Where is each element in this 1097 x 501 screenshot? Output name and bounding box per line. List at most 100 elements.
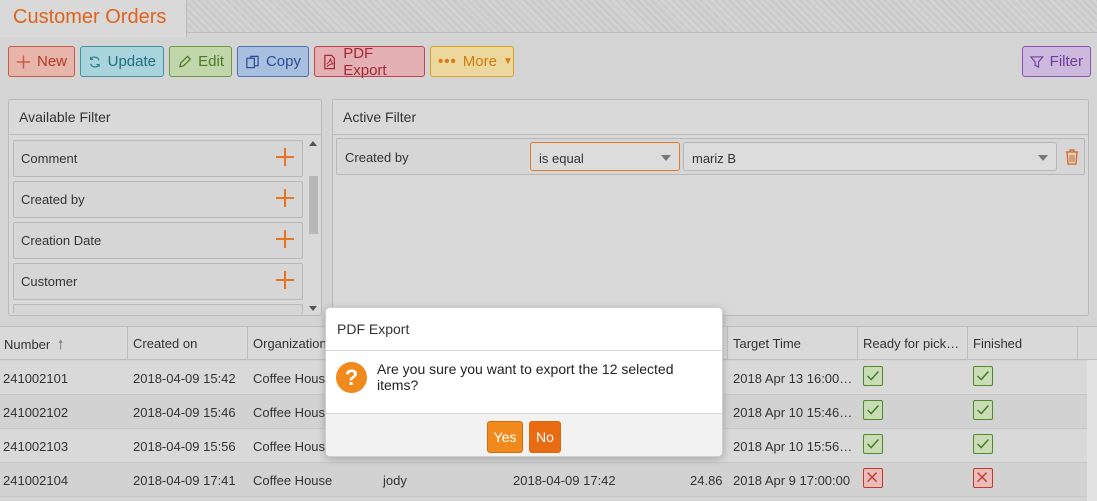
add-icon[interactable] bbox=[276, 148, 294, 166]
pdf-icon bbox=[324, 54, 335, 69]
copy-button-label: Copy bbox=[265, 53, 301, 70]
copy-icon bbox=[246, 55, 259, 68]
filter-icon bbox=[1030, 55, 1044, 68]
pencil-icon bbox=[178, 54, 192, 68]
caret-down-icon: ▼ bbox=[502, 56, 513, 67]
add-icon[interactable] bbox=[276, 271, 294, 289]
dialog-footer: Yes No bbox=[326, 413, 722, 456]
cell-number: 241002104 bbox=[3, 473, 69, 488]
cell-target-time: 2018 Apr 13 16:00… bbox=[733, 371, 853, 386]
chevron-down-icon bbox=[661, 155, 671, 161]
toolbar: New Update Edit Copy PDF Export ••• More… bbox=[0, 44, 1097, 80]
column-header-finished[interactable]: Finished bbox=[968, 327, 1078, 360]
no-button[interactable]: No bbox=[529, 421, 561, 453]
cell-created-on: 2018-04-09 15:42 bbox=[133, 371, 236, 386]
new-button[interactable]: New bbox=[8, 46, 75, 77]
update-button-label: Update bbox=[107, 53, 156, 70]
filter-item-label: Comment bbox=[21, 151, 78, 166]
cell-target-time: 2018 Apr 10 15:56… bbox=[733, 439, 853, 454]
add-icon[interactable] bbox=[276, 230, 294, 248]
cross-icon bbox=[973, 468, 993, 488]
cell-user: jody bbox=[383, 473, 407, 488]
cell-organization: Coffee House bbox=[253, 371, 333, 386]
column-header-created-on[interactable]: Created on bbox=[128, 327, 248, 360]
chevron-down-icon bbox=[1038, 155, 1048, 161]
cell-target-time: 2018 Apr 10 15:46… bbox=[733, 405, 853, 420]
cell-number: 241002102 bbox=[3, 405, 69, 420]
cross-icon bbox=[863, 468, 883, 488]
check-icon bbox=[973, 434, 993, 454]
filter-item-partial bbox=[13, 304, 303, 314]
filter-item-created-by[interactable]: Created by bbox=[13, 181, 303, 218]
column-header-label: Number bbox=[4, 337, 51, 352]
active-filter-field: Created by bbox=[345, 150, 409, 165]
add-icon[interactable] bbox=[276, 189, 294, 207]
column-header-target-time[interactable]: Target Time bbox=[728, 327, 858, 360]
column-header-label: Created on bbox=[133, 336, 198, 351]
plus-icon bbox=[16, 54, 31, 69]
tab-customer-orders[interactable]: Customer Orders bbox=[0, 0, 187, 37]
scroll-up-icon[interactable] bbox=[309, 141, 317, 146]
filter-item-comment[interactable]: Comment bbox=[13, 140, 303, 177]
edit-button[interactable]: Edit bbox=[169, 46, 232, 77]
filter-item-label: Created by bbox=[21, 192, 85, 207]
filter-item-customer[interactable]: Customer bbox=[13, 263, 303, 300]
edit-button-label: Edit bbox=[198, 53, 224, 70]
active-filter-panel: Active Filter Created by is equal mariz … bbox=[332, 99, 1089, 316]
cell-target-time: 2018 Apr 9 17:00:00 bbox=[733, 473, 851, 488]
tab-bar: Customer Orders bbox=[0, 0, 1097, 37]
operator-value: is equal bbox=[539, 151, 584, 166]
check-icon bbox=[973, 366, 993, 386]
scroll-thumb[interactable] bbox=[309, 176, 318, 234]
divider bbox=[333, 134, 1088, 135]
dialog-title: PDF Export bbox=[337, 321, 410, 337]
available-filter-panel: Available Filter Comment Created by Crea… bbox=[8, 99, 322, 316]
filter-list-scrollbar[interactable] bbox=[308, 138, 319, 314]
table-scrollbar[interactable] bbox=[1087, 360, 1097, 501]
cell-number: 241002103 bbox=[3, 439, 69, 454]
cell-organization: Coffee House bbox=[253, 473, 333, 488]
tab-title: Customer Orders bbox=[13, 6, 167, 28]
cell-created-on: 2018-04-09 15:46 bbox=[133, 405, 236, 420]
cell-date: 2018-04-09 17:42 bbox=[513, 473, 616, 488]
cell-organization: Coffee House bbox=[253, 439, 333, 454]
new-button-label: New bbox=[36, 53, 67, 70]
sort-up-icon[interactable]: 🠕 bbox=[58, 337, 64, 352]
check-icon bbox=[863, 434, 883, 454]
cell-amount: 24.86 bbox=[690, 473, 723, 488]
yes-button[interactable]: Yes bbox=[487, 421, 523, 453]
check-icon bbox=[863, 400, 883, 420]
copy-button[interactable]: Copy bbox=[237, 46, 309, 77]
cell-created-on: 2018-04-09 17:41 bbox=[133, 473, 236, 488]
column-header-label: Organization bbox=[253, 336, 327, 351]
active-filter-row: Created by is equal mariz B bbox=[336, 138, 1085, 175]
update-button[interactable]: Update bbox=[80, 46, 164, 77]
operator-select[interactable]: is equal bbox=[530, 142, 680, 171]
pdf-export-button-label: PDF Export bbox=[343, 44, 387, 79]
available-filter-title: Available Filter bbox=[19, 109, 111, 125]
more-button[interactable]: ••• More ▼ bbox=[430, 46, 514, 77]
cell-organization: Coffee House bbox=[253, 405, 333, 420]
column-header-label: Ready for pick… bbox=[863, 336, 960, 351]
dialog-message: Are you sure you want to export the 12 s… bbox=[377, 361, 674, 393]
scroll-down-icon[interactable] bbox=[309, 306, 317, 311]
table-row[interactable]: 241002104 2018-04-09 17:41 Coffee House … bbox=[0, 463, 1087, 497]
trash-icon[interactable] bbox=[1065, 149, 1079, 165]
cell-number: 241002101 bbox=[3, 371, 69, 386]
divider bbox=[326, 350, 722, 351]
column-header-ready[interactable]: Ready for pick… bbox=[858, 327, 968, 360]
check-icon bbox=[973, 400, 993, 420]
check-icon bbox=[863, 366, 883, 386]
value-select[interactable]: mariz B bbox=[683, 142, 1057, 171]
column-header-label: Finished bbox=[973, 336, 1023, 351]
filter-button-label: Filter bbox=[1049, 53, 1083, 70]
filter-item-label: Creation Date bbox=[21, 233, 102, 248]
value-text: mariz B bbox=[692, 151, 737, 166]
column-header-number[interactable]: Number 🠕 bbox=[0, 327, 128, 360]
filter-item-creation-date[interactable]: Creation Date bbox=[13, 222, 303, 259]
pdf-export-dialog: PDF Export ? Are you sure you want to ex… bbox=[325, 307, 723, 457]
filter-button[interactable]: Filter bbox=[1022, 46, 1091, 77]
refresh-icon bbox=[89, 56, 100, 67]
pdf-export-button[interactable]: PDF Export bbox=[314, 44, 425, 79]
dots-icon: ••• bbox=[438, 53, 457, 70]
